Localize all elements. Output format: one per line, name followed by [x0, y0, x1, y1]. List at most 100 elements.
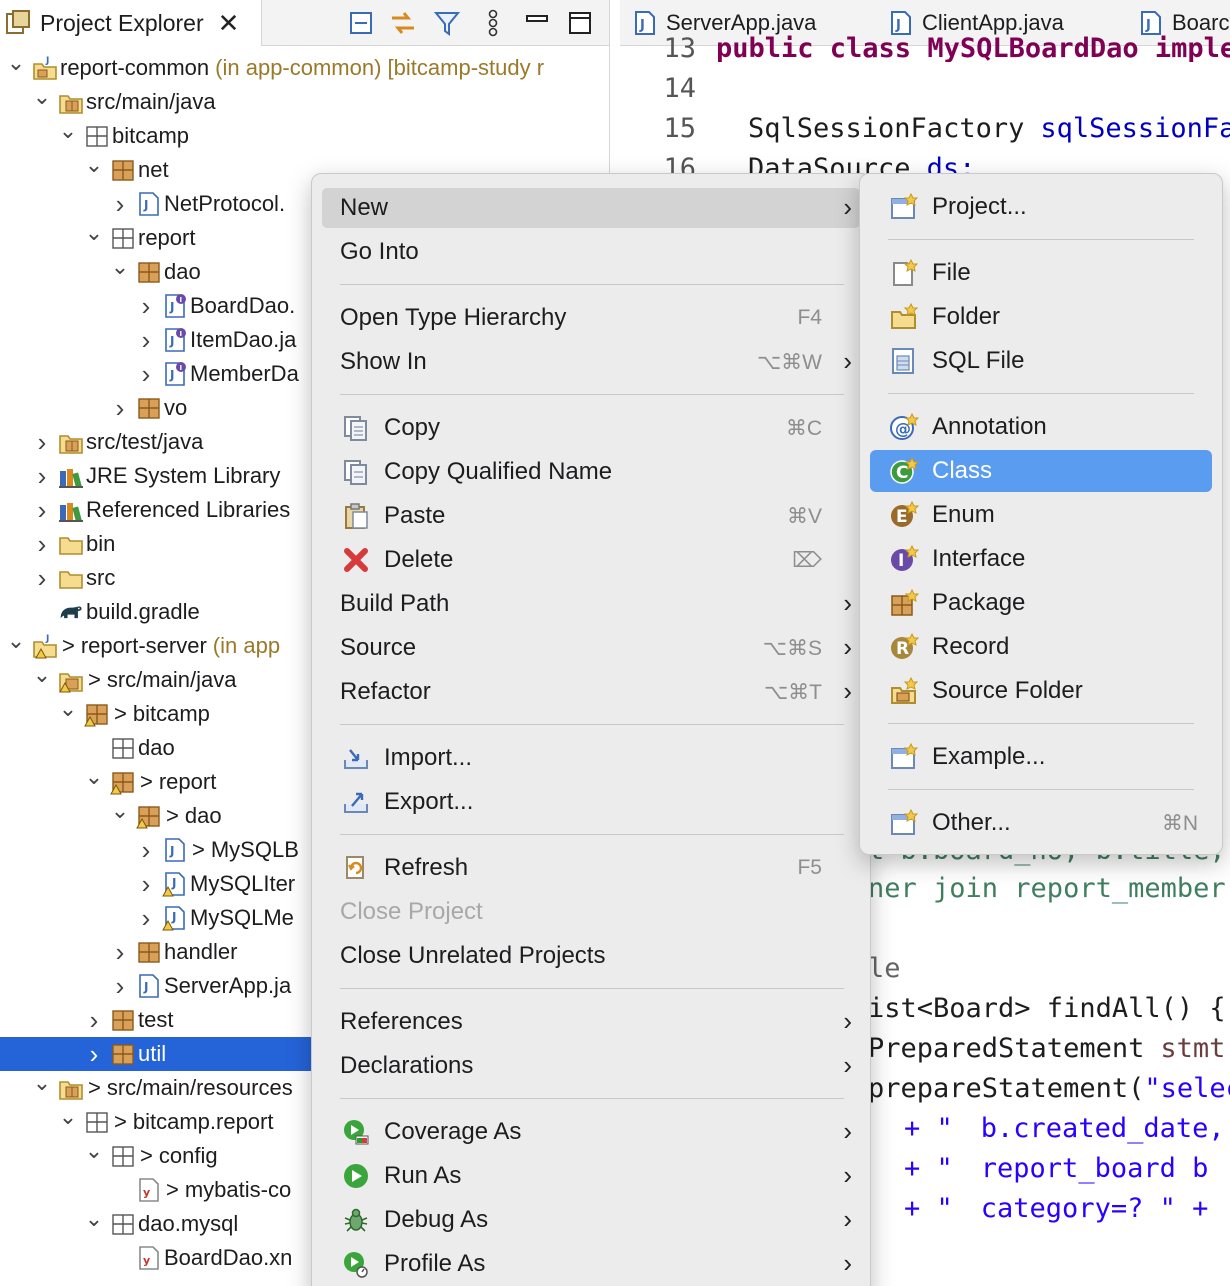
- submenu-item-example[interactable]: Example...: [870, 736, 1212, 778]
- maximize-icon[interactable]: [565, 8, 595, 38]
- tree-item-report-common[interactable]: ⌄ Jreport-common (in app-common) [bitcamp-…: [0, 50, 609, 85]
- menu-item-close-project[interactable]: Close Project: [322, 892, 860, 932]
- java-interface-icon: JI: [162, 293, 188, 319]
- chevron-down-icon[interactable]: ⌄: [32, 662, 52, 687]
- filter-icon[interactable]: [432, 8, 462, 38]
- chevron-right-icon[interactable]: ›: [136, 325, 156, 355]
- submenu-item-interface[interactable]: I Interface: [870, 538, 1212, 580]
- link-with-editor-icon[interactable]: [388, 8, 418, 38]
- chevron-right-icon: ›: [843, 1248, 852, 1278]
- submenu-item-package[interactable]: Package: [870, 582, 1212, 624]
- empty-package-icon: [110, 225, 136, 251]
- chevron-right-icon[interactable]: ›: [84, 1005, 104, 1035]
- chevron-right-icon[interactable]: ›: [136, 869, 156, 899]
- tab-project-explorer[interactable]: Project Explorer ✕: [0, 0, 262, 46]
- menu-item-refresh[interactable]: Refresh F5: [322, 848, 860, 888]
- menu-item-show-in[interactable]: Show In ⌥⌘W ›: [322, 342, 860, 382]
- code-line-15: 15 SqlSessionFactory sqlSessionFa: [663, 112, 1230, 144]
- java-file-icon: J: [162, 837, 188, 863]
- project-explorer-icon: [6, 10, 30, 34]
- menu-item-delete[interactable]: Delete ⌦: [322, 540, 860, 580]
- chevron-down-icon[interactable]: ⌄: [58, 696, 78, 721]
- export-icon: [340, 786, 372, 818]
- java-project-warning-icon: J: [32, 633, 58, 659]
- tree-item-label: ItemDao.ja: [190, 327, 297, 352]
- chevron-down-icon[interactable]: ⌄: [84, 152, 104, 177]
- menu-item-references[interactable]: References ›: [322, 1002, 860, 1042]
- chevron-down-icon[interactable]: ⌄: [32, 84, 52, 109]
- svg-text:I: I: [180, 296, 183, 304]
- chevron-right-icon[interactable]: ›: [136, 835, 156, 865]
- chevron-down-icon[interactable]: ⌄: [6, 50, 26, 75]
- menu-separator: [340, 284, 844, 285]
- chevron-right-icon[interactable]: ›: [136, 291, 156, 321]
- menu-item-new[interactable]: New ›: [322, 188, 860, 228]
- submenu-item-file[interactable]: File: [870, 252, 1212, 294]
- submenu-item-sql-file[interactable]: SQL File: [870, 340, 1212, 382]
- tree-item-label: vo: [164, 395, 188, 420]
- menu-item-go-into[interactable]: Go Into: [322, 232, 860, 272]
- debug-bug-icon: [340, 1204, 372, 1236]
- refresh-icon: [340, 852, 372, 884]
- menu-item-copy[interactable]: Copy ⌘C: [322, 408, 860, 448]
- code-line-concat-3: + " category=? " +: [904, 1192, 1209, 1224]
- chevron-down-icon[interactable]: ⌄: [58, 118, 78, 143]
- java-file-icon: J: [136, 973, 162, 999]
- menu-item-profile-as[interactable]: Profile As ›: [322, 1244, 860, 1284]
- menu-item-debug-as[interactable]: Debug As ›: [322, 1200, 860, 1240]
- other-wizard-icon: [888, 807, 920, 839]
- chevron-right-icon[interactable]: ›: [110, 189, 130, 219]
- svg-text:J: J: [169, 334, 174, 348]
- chevron-right-icon[interactable]: ›: [32, 427, 52, 457]
- menu-item-close-unrelated-projects[interactable]: Close Unrelated Projects: [322, 936, 860, 976]
- tree-item-bitcamp[interactable]: ⌄ bitcamp: [0, 118, 609, 153]
- minimize-icon[interactable]: [522, 8, 552, 38]
- chevron-right-icon[interactable]: ›: [32, 461, 52, 491]
- chevron-right-icon[interactable]: ›: [32, 495, 52, 525]
- chevron-right-icon[interactable]: ›: [110, 971, 130, 1001]
- chevron-down-icon[interactable]: ⌄: [84, 1138, 104, 1163]
- tree-item-src-main-java[interactable]: ⌄ src/main/java: [0, 84, 609, 119]
- collapse-all-icon[interactable]: [346, 8, 376, 38]
- submenu-item-annotation[interactable]: @ Annotation: [870, 406, 1212, 448]
- submenu-item-project[interactable]: Project...: [870, 186, 1212, 228]
- chevron-down-icon[interactable]: ⌄: [32, 1070, 52, 1095]
- submenu-item-enum[interactable]: E Enum: [870, 494, 1212, 536]
- menu-item-refactor[interactable]: Refactor ⌥⌘T ›: [322, 672, 860, 712]
- chevron-down-icon[interactable]: ⌄: [84, 764, 104, 789]
- menu-item-copy-qualified-name[interactable]: Copy Qualified Name: [322, 452, 860, 492]
- menu-item-declarations[interactable]: Declarations ›: [322, 1046, 860, 1086]
- chevron-down-icon[interactable]: ⌄: [6, 628, 26, 653]
- copy-icon: [340, 412, 372, 444]
- chevron-right-icon[interactable]: ›: [32, 529, 52, 559]
- java-file-icon: J: [136, 191, 162, 217]
- menu-item-paste[interactable]: Paste ⌘V: [322, 496, 860, 536]
- chevron-right-icon[interactable]: ›: [110, 937, 130, 967]
- menu-item-open-type-hierarchy[interactable]: Open Type Hierarchy F4: [322, 298, 860, 338]
- chevron-right-icon: ›: [843, 1006, 852, 1036]
- submenu-item-folder[interactable]: Folder: [870, 296, 1212, 338]
- menu-item-build-path[interactable]: Build Path ›: [322, 584, 860, 624]
- chevron-down-icon[interactable]: ⌄: [110, 254, 130, 279]
- menu-item-export[interactable]: Export...: [322, 782, 860, 822]
- close-icon[interactable]: ✕: [218, 10, 240, 36]
- chevron-right-icon[interactable]: ›: [32, 563, 52, 593]
- chevron-right-icon[interactable]: ›: [84, 1039, 104, 1069]
- submenu-item-source-folder[interactable]: Source Folder: [870, 670, 1212, 712]
- submenu-item-class[interactable]: C Class: [870, 450, 1212, 492]
- chevron-right-icon[interactable]: ›: [136, 903, 156, 933]
- menu-item-source[interactable]: Source ⌥⌘S ›: [322, 628, 860, 668]
- view-menu-icon[interactable]: [478, 8, 508, 38]
- submenu-item-record[interactable]: R Record: [870, 626, 1212, 668]
- chevron-right-icon[interactable]: ›: [110, 393, 130, 423]
- chevron-down-icon[interactable]: ⌄: [84, 1206, 104, 1231]
- menu-item-run-as[interactable]: Run As ›: [322, 1156, 860, 1196]
- submenu-item-other[interactable]: Other... ⌘N: [870, 802, 1212, 844]
- chevron-down-icon[interactable]: ⌄: [84, 220, 104, 245]
- chevron-right-icon[interactable]: ›: [136, 359, 156, 389]
- menu-item-import[interactable]: Import...: [322, 738, 860, 778]
- chevron-down-icon[interactable]: ⌄: [58, 1104, 78, 1129]
- code-line-override: le: [868, 952, 901, 984]
- menu-item-coverage-as[interactable]: Coverage As ›: [322, 1112, 860, 1152]
- chevron-down-icon[interactable]: ⌄: [110, 798, 130, 823]
